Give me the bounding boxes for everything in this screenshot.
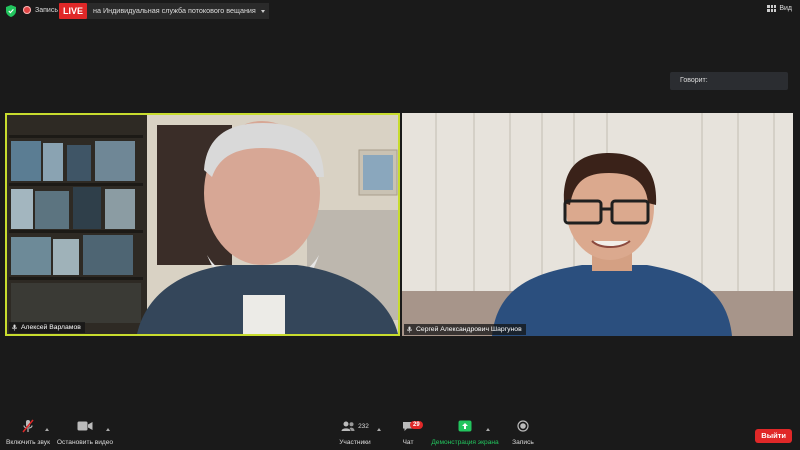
microphone-muted-icon: [22, 419, 34, 433]
grid-icon: [767, 5, 777, 12]
stream-service-dropdown[interactable]: на Индивидуальная служба потокового веща…: [87, 3, 269, 19]
participant-name-tag: Алексей Варламов: [9, 322, 85, 333]
top-bar: Запись LIVE на Индивидуальная служба пот…: [0, 0, 800, 22]
chevron-up-icon[interactable]: [486, 428, 490, 431]
participant-video-feed: [7, 115, 398, 334]
chevron-up-icon[interactable]: [106, 428, 110, 431]
participant-name: Алексей Варламов: [21, 324, 81, 331]
chevron-up-icon[interactable]: [45, 428, 49, 431]
chevron-up-icon[interactable]: [377, 428, 381, 431]
view-label: Вид: [779, 5, 792, 12]
participant-video-feed: [402, 113, 793, 336]
leave-button[interactable]: Выйти: [755, 429, 792, 443]
microphone-icon: [11, 324, 18, 331]
unmute-label: Включить звук: [6, 439, 50, 446]
unmute-button[interactable]: Включить звук: [6, 415, 50, 446]
record-icon: [517, 420, 529, 432]
video-camera-icon: [77, 421, 93, 431]
chat-unread-badge: 29: [410, 421, 423, 429]
view-button[interactable]: Вид: [767, 5, 792, 12]
participants-button[interactable]: 232 Участники: [336, 415, 374, 446]
microphone-icon: [406, 326, 413, 333]
bottom-toolbar: Включить звук Остановить видео 232 Участ…: [0, 415, 800, 450]
recording-indicator[interactable]: Запись: [23, 6, 58, 14]
record-button[interactable]: Запись: [511, 415, 535, 446]
shield-icon[interactable]: [6, 5, 16, 17]
chat-button[interactable]: 29 Чат: [398, 415, 423, 446]
share-screen-icon: [458, 420, 472, 432]
chevron-down-icon: [260, 9, 265, 13]
record-dot-icon: [23, 6, 31, 14]
chat-label: Чат: [402, 439, 414, 446]
video-tile-participant-1[interactable]: Алексей Варламов: [5, 113, 400, 336]
speaking-indicator-panel: Говорит:: [670, 72, 788, 90]
video-tile-participant-2[interactable]: Сергей Александрович Шаргунов: [402, 113, 793, 336]
live-stream-control[interactable]: LIVE на Индивидуальная служба потокового…: [59, 3, 269, 19]
share-screen-label: Демонстрация экрана: [431, 439, 499, 446]
participants-icon: [341, 421, 355, 431]
participant-name-tag: Сергей Александрович Шаргунов: [404, 324, 526, 335]
stream-service-label: на Индивидуальная служба потокового веща…: [93, 6, 256, 15]
record-label: Запись: [512, 439, 534, 446]
recording-label: Запись: [35, 6, 58, 14]
participants-count: 232: [358, 422, 369, 430]
participants-label: Участники: [339, 439, 371, 446]
live-badge: LIVE: [59, 3, 88, 19]
stop-video-button[interactable]: Остановить видео: [57, 415, 113, 446]
stop-video-label: Остановить видео: [56, 439, 114, 446]
speaking-label: Говорит:: [680, 77, 708, 84]
participant-name: Сергей Александрович Шаргунов: [416, 326, 522, 333]
